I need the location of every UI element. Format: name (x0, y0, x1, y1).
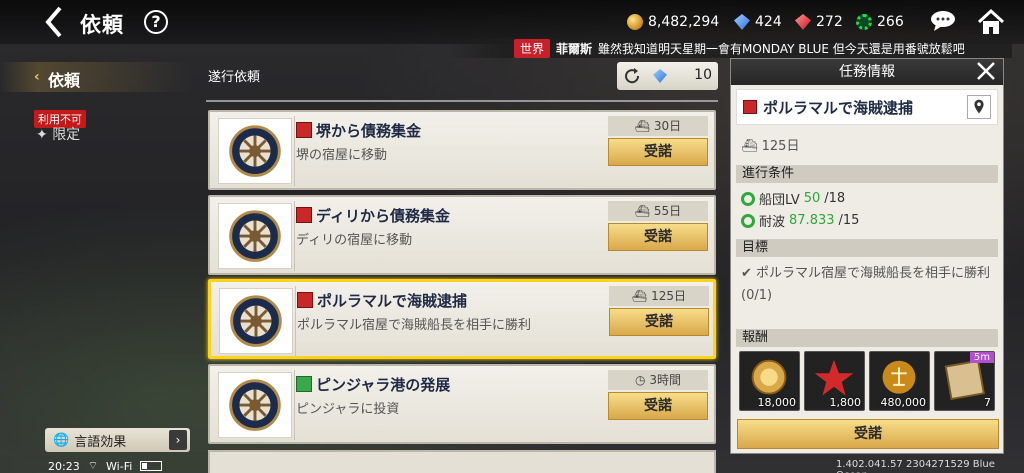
quest-duration: ⛴ 125日 (609, 286, 709, 306)
gold-coin-icon (627, 14, 643, 30)
refresh-cost: 10 (694, 67, 712, 83)
goal-heading: 目標 (736, 239, 998, 257)
quest-title: ピンジャラ港の発展 (316, 376, 451, 394)
back-button[interactable] (40, 4, 70, 40)
quest-description: ディリの宿屋に移動 (296, 233, 413, 248)
accept-button[interactable]: 受諾 (608, 138, 708, 166)
ship-icon: ⛴ (634, 204, 654, 218)
red-gem-counter: 272 (795, 14, 843, 30)
mission-title-row: ポルラマルで海賊逮捕 (736, 89, 998, 125)
blue-gem-counter: 424 (734, 14, 782, 30)
ship-icon: ⛴ (741, 139, 762, 154)
sidebar-item-quests[interactable]: ‹ 依頼 (0, 62, 190, 92)
quest-duration: ⛴ 55日 (608, 201, 708, 221)
check-icon: ✔ (741, 266, 757, 281)
battle-quest-icon (296, 207, 312, 223)
quest-title: ディリから債務集金 (316, 207, 450, 225)
language-effect-button[interactable]: 🌐 言語効果 › (45, 428, 190, 452)
sidebar-item-label: 依頼 (48, 71, 81, 90)
chat-bubble-icon[interactable] (930, 10, 956, 32)
quest-description: ポルラマル宿屋で海賊船長を相手に勝利 (297, 318, 532, 333)
device-status-bar: 20:23 ⌔ Wi-Fi (48, 459, 163, 473)
quest-title: ポルラマルで海賊逮捕 (317, 292, 468, 310)
battle-quest-icon (297, 292, 313, 308)
quest-description: ピンジャラに投資 (296, 402, 400, 417)
quest-card-selected[interactable]: ポルラマルで海賊逮捕 ポルラマル宿屋で海賊船長を相手に勝利 ⛴ 125日 受諾 (208, 279, 716, 359)
trade-quest-icon (296, 376, 312, 392)
battery-icon (140, 461, 163, 471)
map-pin-icon (974, 99, 984, 114)
ship-wheel-emblem (218, 203, 292, 269)
close-icon[interactable] (975, 60, 997, 82)
mission-info-panel: 任務情報 ポルラマルで海賊逮捕 ⛴ 125日 進行条件 船団LV 50/18 耐… (730, 58, 1004, 454)
ship-wheel-emblem (218, 118, 292, 184)
ship-wheel-emblem (218, 372, 292, 438)
chat-message: 雖然我知道明天星期一會有MONDAY BLUE 但今天還是用番號放鬆吧 (598, 41, 965, 56)
accept-mission-button[interactable]: 受諾 (737, 419, 999, 449)
green-gear-icon (856, 14, 872, 30)
quest-list-heading: 遂行依頼 (208, 70, 261, 85)
reward-gold[interactable]: 480,000 (869, 351, 930, 411)
chat-channel-badge: 世界 (514, 38, 551, 58)
blue-gem-icon (653, 69, 667, 83)
chevron-left-icon: ‹ (34, 69, 40, 85)
refresh-button[interactable] (621, 65, 643, 87)
goal-text: ✔ ポルラマル宿屋で海賊船長を相手に勝利(0/1) (741, 266, 991, 303)
check-ring-icon (741, 213, 755, 228)
gold-counter: 8,482,294 (627, 14, 719, 30)
home-icon[interactable] (976, 8, 1006, 36)
ship-icon: ⛴ (632, 289, 652, 303)
mission-title: ポルラマルで海賊逮捕 (763, 99, 914, 117)
clock-icon: ◷ (635, 373, 650, 387)
chevron-right-icon: › (169, 430, 187, 450)
version-label: 1.402.041.57 2304271529 Blue Ocean (836, 459, 995, 473)
mission-duration: ⛴ 125日 (741, 139, 800, 154)
quest-duration: ⛴ 30日 (608, 116, 708, 136)
condition-fleet-level: 船団LV 50/18 (741, 189, 845, 208)
sidebar-item-limited[interactable]: ✦ 限定 (36, 124, 80, 144)
quest-card[interactable]: 堺から債務集金 堺の宿屋に移動 ⛴ 30日 受諾 (208, 110, 716, 190)
accept-button[interactable]: 受諾 (609, 308, 709, 336)
battle-quest-icon (296, 122, 312, 138)
accept-button[interactable]: 受諾 (608, 223, 708, 251)
blue-gem-icon (734, 14, 750, 30)
quest-card-partial[interactable] (208, 450, 716, 473)
ship-icon: ⛴ (634, 119, 654, 133)
green-counter: 266 (856, 14, 904, 30)
quest-card[interactable]: ディリから債務集金 ディリの宿屋に移動 ⛴ 55日 受諾 (208, 195, 716, 275)
chevron-left-icon (45, 6, 62, 38)
globe-icon: 🌐 (53, 432, 70, 448)
check-ring-icon (741, 191, 755, 206)
battle-quest-icon (743, 100, 757, 114)
refresh-quests: 10 (617, 62, 718, 90)
divider (206, 100, 718, 102)
quest-duration: ◷ 3時間 (608, 370, 708, 390)
red-gem-icon (795, 14, 811, 30)
quest-title: 堺から債務集金 (316, 122, 422, 140)
quest-description: 堺の宿屋に移動 (296, 148, 388, 163)
conditions-heading: 進行条件 (736, 165, 998, 183)
chat-speaker: 菲爾斯 (556, 41, 593, 56)
condition-wave-resistance: 耐波 87.833/15 (741, 211, 859, 230)
reward-red-star[interactable]: 1,800 (804, 351, 865, 411)
help-button[interactable]: ? (144, 10, 168, 34)
wifi-icon: ⌔ (87, 459, 99, 472)
ship-wheel-emblem (219, 288, 293, 354)
reward-medal[interactable]: 18,000 (739, 351, 800, 411)
panel-title: 任務情報 (731, 59, 1003, 85)
reward-heading: 報酬 (736, 329, 998, 347)
quest-card[interactable]: ピンジャラ港の発展 ピンジャラに投資 ◷ 3時間 受諾 (208, 364, 716, 444)
page-title: 依頼 (80, 13, 124, 37)
map-pin-button[interactable] (967, 95, 991, 119)
reward-scroll[interactable]: 5m 7 (934, 351, 995, 411)
reward-list: 18,000 1,800 480,000 5m 7 (739, 351, 997, 411)
accept-button[interactable]: 受諾 (608, 392, 708, 420)
world-chat-line[interactable]: 世界 菲爾斯 雖然我知道明天星期一會有MONDAY BLUE 但今天還是用番號放… (446, 38, 1012, 58)
